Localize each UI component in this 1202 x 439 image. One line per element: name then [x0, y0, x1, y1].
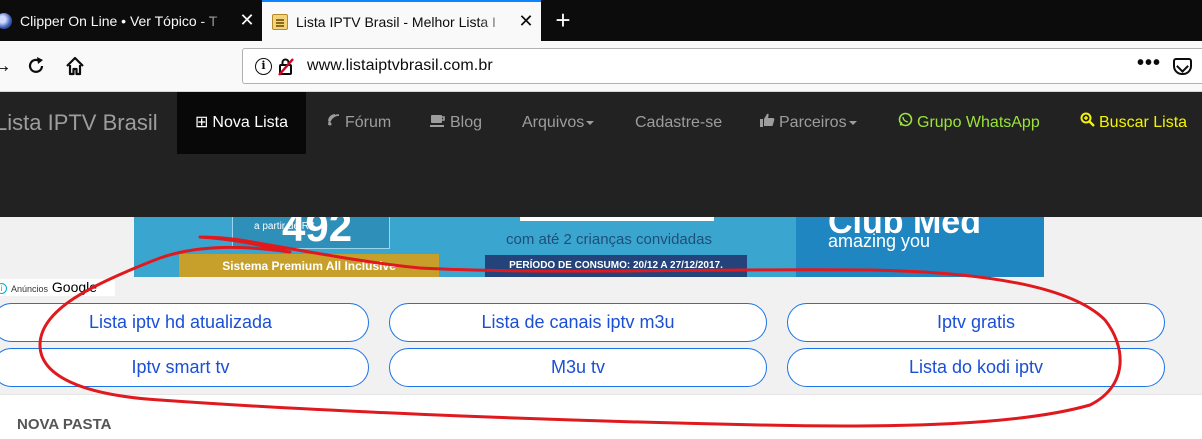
ad-link-pill[interactable]: Lista do kodi iptv	[787, 348, 1165, 387]
nav-item-buscar-lista[interactable]: Buscar Lista	[1080, 92, 1187, 154]
coffee-cup-icon	[430, 92, 446, 154]
system-label: Sistema Premium All Inclusive	[179, 254, 439, 277]
ads-brand-label: Google	[51, 279, 98, 295]
browser-tab-strip: Clipper On Line • Ver Tópico - T ✕ Lista…	[0, 0, 1202, 41]
globe-favicon-icon	[0, 12, 12, 29]
forward-arrow-icon[interactable]: →	[0, 52, 16, 80]
info-icon[interactable]: i	[255, 58, 272, 75]
nav-item-parceiros[interactable]: Parceiros	[760, 92, 857, 154]
caret-down-icon	[848, 120, 857, 125]
browser-tab-clipper[interactable]: Clipper On Line • Ver Tópico - T ✕	[0, 0, 262, 41]
browser-tab-lista-iptv[interactable]: Lista IPTV Brasil - Melhor Lista I ✕	[262, 0, 541, 41]
feed-icon	[327, 92, 341, 154]
nav-item-cadastre-se[interactable]: Cadastre-se	[635, 92, 722, 154]
panel-title: NOVA PASTA	[17, 416, 112, 433]
whatsapp-icon	[898, 92, 913, 154]
reload-icon[interactable]	[22, 52, 50, 80]
browser-toolbar: → i www.listaiptvbrasil.com.br •••	[0, 41, 1202, 92]
nav-item-label: Buscar Lista	[1099, 114, 1188, 131]
pocket-icon[interactable]	[1173, 58, 1192, 75]
ad-link-pill[interactable]: Iptv smart tv	[0, 348, 369, 387]
nav-item-nova-lista[interactable]: ⊞ Nova Lista	[177, 92, 306, 154]
address-bar[interactable]: i www.listaiptvbrasil.com.br •••	[242, 48, 1202, 84]
nav-item-label: Cadastre-se	[635, 114, 723, 131]
site-navbar: Lista IPTV Brasil ⊞ Nova Lista Fórum Blog…	[0, 92, 1202, 217]
banner-ad[interactable]: a partir de R$ 492 Sistema Premium All I…	[134, 217, 1044, 277]
plus-square-icon: ⊞	[195, 114, 209, 131]
nav-item-arquivos[interactable]: Arquivos	[522, 92, 595, 154]
insecure-lock-icon[interactable]	[277, 57, 295, 77]
ad-link-pill[interactable]: Lista de canais iptv m3u	[389, 303, 767, 342]
nav-item-blog[interactable]: Blog	[430, 92, 482, 154]
nav-item-label: Nova Lista	[212, 114, 288, 131]
tab-title: Lista IPTV Brasil - Melhor Lista I	[296, 13, 496, 30]
content-panel: NOVA PASTA	[0, 394, 1202, 439]
ad-link-pill[interactable]: Iptv gratis	[787, 303, 1165, 342]
ads-by-google-label[interactable]: i Anúncios Google	[0, 279, 115, 296]
kids-text: com até 2 crianças convidadas	[506, 231, 712, 248]
home-icon[interactable]	[61, 52, 89, 80]
close-icon[interactable]: ✕	[511, 2, 541, 41]
nav-item-grupo-whatsapp[interactable]: Grupo WhatsApp	[898, 92, 1040, 154]
ad-link-pill[interactable]: M3u tv	[389, 348, 767, 387]
tab-title: Clipper On Line • Ver Tópico - T	[20, 12, 218, 29]
nav-item-label: Grupo WhatsApp	[917, 114, 1040, 131]
period-label: PERÍODO DE CONSUMO: 20/12 A 27/12/2017.	[485, 255, 747, 277]
new-tab-plus-icon[interactable]: +	[548, 4, 578, 36]
thumbs-up-icon	[760, 92, 775, 154]
nav-item-forum[interactable]: Fórum	[327, 92, 391, 154]
url-text[interactable]: www.listaiptvbrasil.com.br	[307, 57, 493, 75]
nav-item-label: Parceiros	[779, 114, 847, 131]
close-icon[interactable]: ✕	[232, 0, 262, 41]
page-actions-icon[interactable]: •••	[1137, 52, 1161, 75]
search-plus-icon	[1080, 92, 1095, 154]
ad-link-pill[interactable]: Lista iptv hd atualizada	[0, 303, 369, 342]
nav-item-label: Arquivos	[522, 114, 585, 131]
notepad-favicon-icon	[272, 13, 288, 30]
caret-down-icon	[586, 120, 595, 125]
price-value: 492	[282, 217, 353, 250]
ads-small-label: Anúncios	[11, 284, 49, 294]
nav-item-label: Blog	[450, 114, 483, 131]
site-brand[interactable]: Lista IPTV Brasil	[0, 110, 158, 136]
banner-divider	[520, 217, 714, 221]
brand-tagline: amazing you	[828, 231, 931, 251]
nav-item-label: Fórum	[345, 114, 392, 131]
adchoices-icon[interactable]: i	[0, 282, 7, 294]
